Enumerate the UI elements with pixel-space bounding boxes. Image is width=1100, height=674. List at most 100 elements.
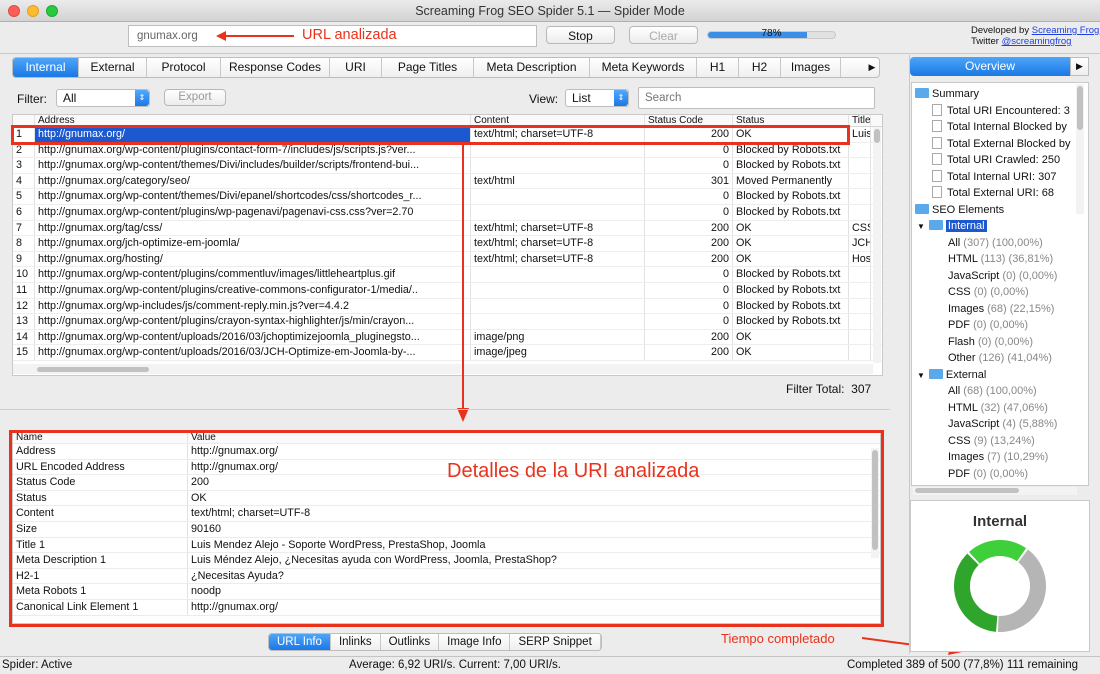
row-status: Blocked by Robots.txt xyxy=(733,158,849,173)
tab-external[interactable]: External xyxy=(79,58,147,77)
export-button[interactable]: Export xyxy=(164,89,226,106)
table-vertical-scrollbar[interactable] xyxy=(873,127,881,363)
details-tab-url-info[interactable]: URL Info xyxy=(269,634,331,650)
view-select[interactable]: List ⇕ xyxy=(565,89,629,107)
row-title xyxy=(849,189,871,204)
row-title: Hos xyxy=(849,251,871,267)
tab-h1[interactable]: H1 xyxy=(697,58,739,77)
table-row[interactable]: 10 http://gnumax.org/wp-content/plugins/c… xyxy=(13,267,882,283)
table-row[interactable]: 9 http://gnumax.org/hosting/text/html; ch… xyxy=(13,251,882,268)
row-address: http://gnumax.org/wp-content/plugins/cre… xyxy=(35,282,471,298)
table-row[interactable]: 11 http://gnumax.org/wp-content/plugins/c… xyxy=(13,282,882,299)
tab-h2[interactable]: H2 xyxy=(739,58,781,77)
table-row[interactable]: 12 http://gnumax.org/wp-includes/js/comme… xyxy=(13,298,882,315)
row-number: 6 xyxy=(13,204,35,220)
tree-vertical-scrollbar[interactable] xyxy=(1076,84,1084,214)
tree-internal-item[interactable]: CSS (0) (0,00%) xyxy=(948,284,1029,300)
details-vertical-scrollbar[interactable] xyxy=(871,448,879,558)
tree-external-item[interactable]: JavaScript (4) (5,88%) xyxy=(948,416,1057,432)
chart-title: Internal xyxy=(972,513,1028,530)
table-row[interactable]: 3 http://gnumax.org/wp-content/themes/Div… xyxy=(13,158,882,174)
row-title xyxy=(849,173,871,189)
details-tab-image-info[interactable]: Image Info xyxy=(439,634,511,650)
table-horizontal-scrollbar[interactable] xyxy=(13,364,873,374)
overview-tab[interactable]: Overview xyxy=(910,57,1070,76)
row-status-code: 200 xyxy=(645,236,733,251)
row-title xyxy=(849,142,871,158)
search-input[interactable] xyxy=(638,87,875,109)
tree-external-item[interactable]: CSS (9) (13,24%) xyxy=(948,433,1035,449)
overview-menu-icon[interactable]: ▶ xyxy=(1070,57,1089,76)
tree-external-item[interactable]: Images (7) (10,29%) xyxy=(948,449,1048,465)
tree-external-item[interactable]: PDF (0) (0,00%) xyxy=(948,466,1028,482)
tree-seo-elements[interactable]: SEO Elements xyxy=(915,202,1004,218)
overview-tree: Summary Total URI Encountered: 3 Total Int… xyxy=(911,82,1089,486)
filter-select[interactable]: All ⇕ xyxy=(56,89,150,107)
tree-internal-item[interactable]: PDF (0) (0,00%) xyxy=(948,317,1028,333)
tree-internal-item[interactable]: Images (68) (22,15%) xyxy=(948,301,1054,317)
tabs-scroll-right-icon[interactable]: ▶ xyxy=(864,59,880,76)
document-icon xyxy=(932,103,942,116)
details-tab-serp-snippet[interactable]: SERP Snippet xyxy=(510,634,601,650)
view-value: List xyxy=(572,91,591,105)
tree-horizontal-scrollbar[interactable] xyxy=(913,487,1077,495)
expand-icon[interactable]: ▼ xyxy=(917,222,925,231)
tree-external-item[interactable]: All (68) (100,00%) xyxy=(948,383,1037,399)
item-stat: (307) (100,00%) xyxy=(963,236,1043,249)
filter-total-label: Filter Total: xyxy=(786,382,845,396)
expand-icon[interactable]: ▼ xyxy=(917,371,925,380)
tree-internal-item[interactable]: JavaScript (0) (0,00%) xyxy=(948,268,1057,284)
table-row[interactable]: 8 http://gnumax.org/jch-optimize-em-jooml… xyxy=(13,236,882,252)
row-content xyxy=(471,314,645,329)
tree-external[interactable]: ▼ External xyxy=(917,367,986,383)
details-tab-inlinks[interactable]: Inlinks xyxy=(331,634,381,650)
tree-internal-item[interactable]: All (307) (100,00%) xyxy=(948,235,1043,251)
stop-button[interactable]: Stop xyxy=(546,26,615,44)
row-status-code: 0 xyxy=(645,189,733,204)
tab-meta-keywords[interactable]: Meta Keywords xyxy=(590,58,697,77)
table-row[interactable]: 15 http://gnumax.org/wp-content/uploads/2… xyxy=(13,345,882,361)
tab-protocol[interactable]: Protocol xyxy=(147,58,221,77)
tree-internal-item[interactable]: Other (126) (41,04%) xyxy=(948,350,1052,366)
tab-meta-description[interactable]: Meta Description xyxy=(474,58,590,77)
tree-summary-item[interactable]: Total URI Encountered: 3 xyxy=(932,103,1070,119)
item-name: Images xyxy=(948,302,985,315)
tab-internal[interactable]: Internal xyxy=(13,58,79,77)
tab-response-codes[interactable]: Response Codes xyxy=(221,58,330,77)
tab-page-titles[interactable]: Page Titles xyxy=(382,58,474,77)
table-row[interactable]: 13 http://gnumax.org/wp-content/plugins/c… xyxy=(13,314,882,330)
developer-credit: Developed by Screaming Frog Twitter @scr… xyxy=(971,25,1099,47)
clear-button[interactable]: Clear xyxy=(629,26,698,44)
row-address: http://gnumax.org/jch-optimize-em-joomla… xyxy=(35,236,471,251)
tree-summary-item[interactable]: Total External URI: 68 xyxy=(932,185,1054,201)
row-status-code: 0 xyxy=(645,267,733,282)
details-tab-outlinks[interactable]: Outlinks xyxy=(381,634,440,650)
table-row[interactable]: 6 http://gnumax.org/wp-content/plugins/wp… xyxy=(13,204,882,221)
row-status: Blocked by Robots.txt xyxy=(733,298,849,314)
tree-summary-item[interactable]: Total External Blocked by xyxy=(932,136,1071,152)
table-row[interactable]: 4 http://gnumax.org/category/seo/text/htm… xyxy=(13,173,882,190)
splitter[interactable] xyxy=(0,409,890,415)
table-row[interactable]: 5 http://gnumax.org/wp-content/themes/Div… xyxy=(13,189,882,205)
tree-summary-item[interactable]: Total URI Crawled: 250 xyxy=(932,152,1060,168)
tree-summary-item[interactable]: Total Internal Blocked by xyxy=(932,119,1067,135)
tree-summary-item[interactable]: Total Internal URI: 307 xyxy=(932,169,1056,185)
tab-images[interactable]: Images xyxy=(781,58,841,77)
tree-external-item[interactable]: HTML (32) (47,06%) xyxy=(948,400,1048,416)
table-row[interactable]: 7 http://gnumax.org/tag/css/text/html; ch… xyxy=(13,220,882,237)
document-icon xyxy=(932,186,942,198)
row-content: text/html; charset=UTF-8 xyxy=(471,220,645,236)
row-status-code: 0 xyxy=(645,314,733,329)
col-title[interactable]: Title xyxy=(849,115,871,126)
tree-internal[interactable]: ▼ Internal xyxy=(917,218,987,234)
item-stat: (0) (0,00%) xyxy=(973,319,1029,331)
tree-internal-item[interactable]: HTML (113) (36,81%) xyxy=(948,251,1053,267)
tree-internal-item[interactable]: Flash (0) (0,00%) xyxy=(948,334,1033,350)
row-address: http://gnumax.org/wp-content/themes/Divi… xyxy=(35,189,471,204)
developer-link[interactable]: Screaming Frog xyxy=(1032,25,1100,36)
tab-uri[interactable]: URI xyxy=(330,58,382,77)
twitter-link[interactable]: @screamingfrog xyxy=(1002,36,1072,47)
table-row[interactable]: 14 http://gnumax.org/wp-content/uploads/2… xyxy=(13,329,882,346)
row-status-code: 0 xyxy=(645,158,733,173)
tree-summary[interactable]: Summary xyxy=(915,86,979,102)
